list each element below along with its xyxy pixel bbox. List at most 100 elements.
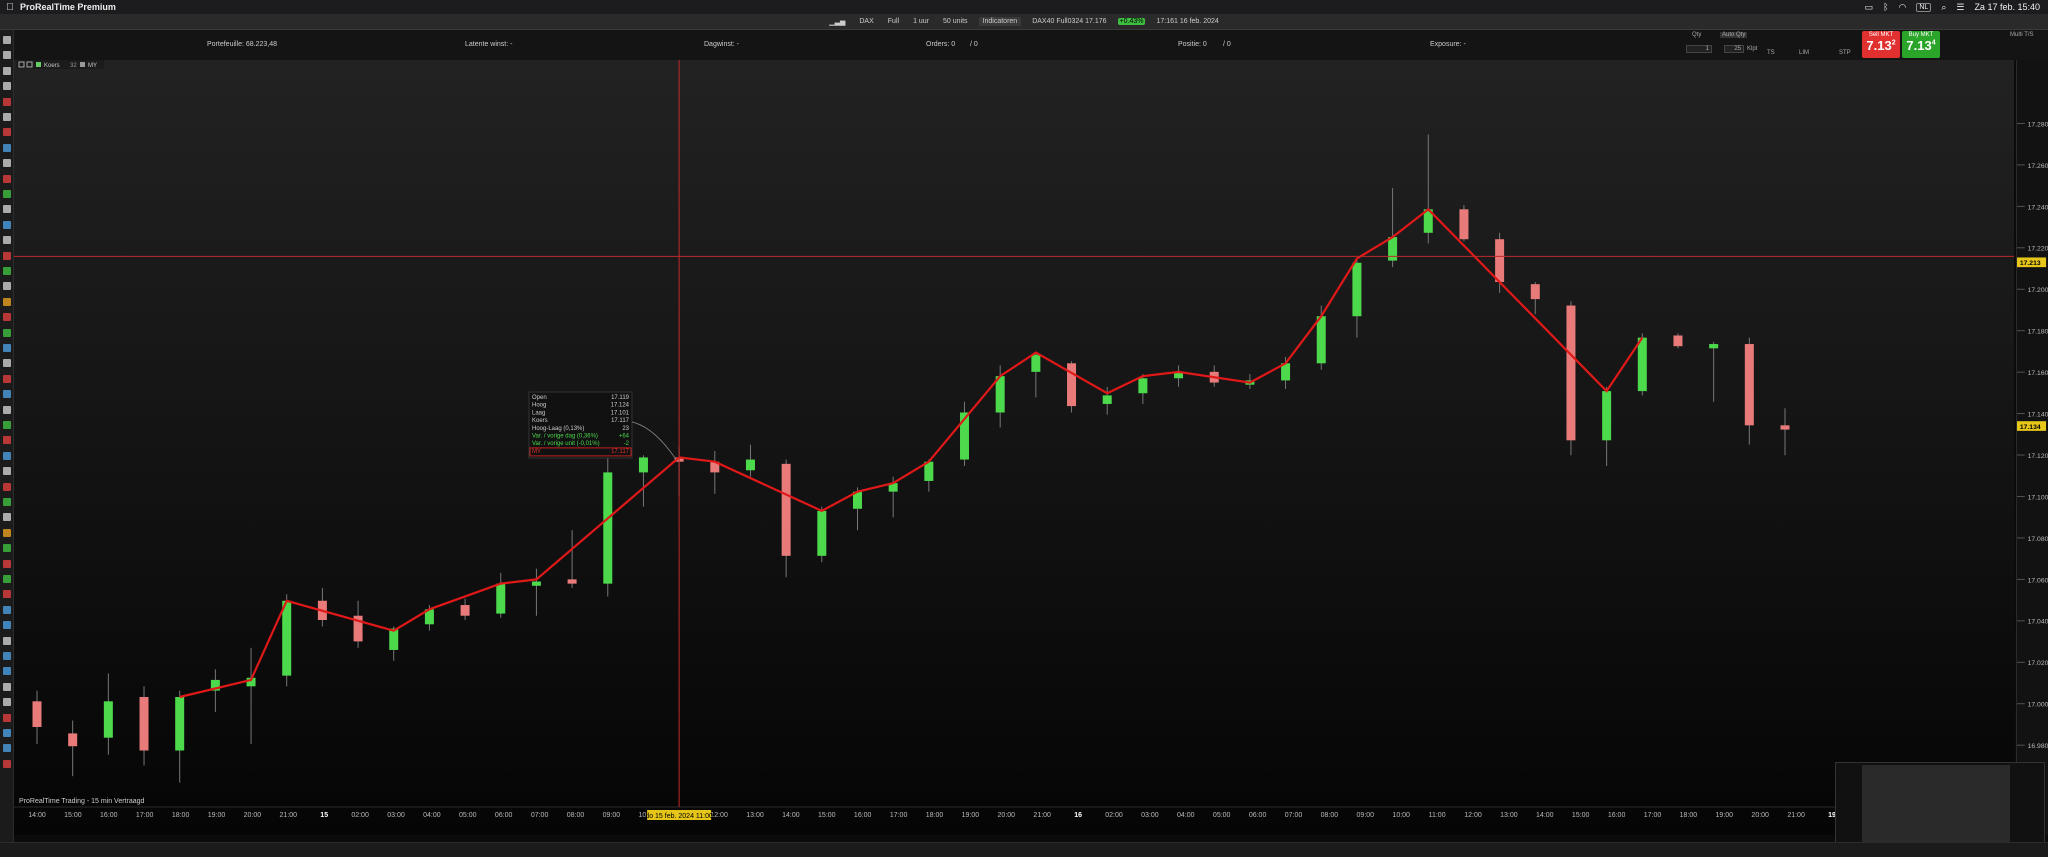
drawing-tool-icon[interactable] [3, 621, 11, 630]
navigator-window[interactable] [1862, 765, 2010, 843]
control-center-icon[interactable]: ☰ [1956, 2, 1964, 13]
battery-icon[interactable]: ▭ [1865, 2, 1874, 13]
candle-body[interactable] [175, 697, 185, 751]
drawing-tool-icon[interactable] [3, 590, 11, 599]
drawing-tool-icon[interactable] [3, 513, 11, 522]
drawing-tool-icon[interactable] [3, 313, 11, 322]
drawing-tool-icon[interactable] [3, 759, 11, 768]
drawing-tool-icon[interactable] [3, 498, 11, 506]
drawing-tool-icon[interactable] [3, 82, 11, 91]
drawing-tool-icon[interactable] [3, 190, 11, 198]
candle-body[interactable] [496, 583, 506, 614]
drawing-tool-icon[interactable] [3, 159, 11, 168]
sell-market-button[interactable]: Sell MKT 7.132 [1862, 31, 1900, 58]
drawing-tool-icon[interactable] [3, 451, 11, 460]
drawing-tool-icon[interactable] [3, 236, 11, 245]
drawing-tool-icon[interactable] [3, 297, 11, 306]
drawing-tool-icon[interactable] [3, 467, 11, 476]
candle-body[interactable] [638, 457, 648, 473]
instrument-selector[interactable]: DAX [856, 17, 876, 26]
candle-body[interactable] [1495, 239, 1505, 283]
drawing-tool-icon[interactable] [3, 682, 11, 691]
drawing-tool-icon[interactable] [3, 66, 11, 75]
drawing-tool-icon[interactable] [3, 143, 11, 152]
drawing-tool-icon[interactable] [3, 97, 11, 106]
candle-body[interactable] [1637, 337, 1647, 392]
drawing-tool-icon[interactable] [3, 344, 11, 352]
candle-body[interactable] [1316, 316, 1326, 364]
search-icon[interactable]: ⌕ [1941, 2, 1946, 13]
candle-body[interactable] [68, 733, 78, 747]
drawing-tool-icon[interactable] [3, 436, 11, 445]
drawing-tool-icon[interactable] [3, 128, 11, 137]
drawing-tool-icon[interactable] [3, 220, 11, 229]
drawing-tool-icon[interactable] [3, 282, 11, 291]
wifi-icon[interactable]: ◠ [1899, 2, 1907, 13]
multi-ts-toggle[interactable]: Multi T/S [2010, 32, 2034, 38]
candle-body[interactable] [32, 701, 42, 727]
drawing-tool-icon[interactable] [3, 544, 11, 553]
indicators-button[interactable]: Indicatoren [978, 17, 1022, 26]
drawing-tool-icon[interactable] [3, 575, 11, 583]
drawing-tool-icon[interactable] [3, 559, 11, 568]
drawing-tool-icon[interactable] [3, 421, 11, 429]
candle-body[interactable] [1388, 237, 1398, 261]
drawing-tool-icon[interactable] [3, 328, 11, 337]
candle-body[interactable] [1530, 284, 1540, 300]
apple-icon[interactable]:  [0, 2, 20, 13]
candle-body[interactable] [1102, 395, 1112, 404]
candle-body[interactable] [567, 579, 577, 584]
drawing-tool-icon[interactable] [3, 251, 11, 260]
drawing-tool-icon[interactable] [3, 636, 11, 645]
price-chart[interactable]: 14:00 15:00 16:00 17:00 18:00 19:00 20:00 21:00… [14, 60, 2014, 835]
candle-body[interactable] [1744, 344, 1754, 426]
candle-body[interactable] [1566, 305, 1576, 441]
candle-body[interactable] [1352, 262, 1362, 317]
orders-count[interactable]: Orders: 0 [926, 41, 955, 48]
candle-body[interactable] [1780, 425, 1790, 430]
position-count[interactable]: Positie: 0 [1178, 41, 1207, 48]
candle-body[interactable] [781, 463, 791, 556]
ts-button[interactable]: TS [1767, 50, 1775, 56]
drawing-tool-icon[interactable] [3, 113, 11, 121]
drawing-tool-icon[interactable] [3, 267, 11, 275]
drawing-tool-icon[interactable] [3, 390, 11, 399]
mode-selector[interactable]: Full [885, 17, 902, 26]
candle-body[interactable] [1138, 378, 1148, 394]
candle-body[interactable] [1709, 344, 1719, 349]
drawing-tool-icon[interactable] [3, 729, 11, 737]
drawing-tool-icon[interactable] [3, 605, 11, 614]
price-axis[interactable]: 17.280 17.260 17.240 17.220 17.200 17.180 17.1… [2016, 60, 2048, 835]
drawing-tool-icon[interactable] [3, 528, 11, 537]
candle-body[interactable] [103, 701, 113, 738]
auto-qty-toggle[interactable]: Auto Qty [1720, 32, 1748, 38]
app-name[interactable]: ProRealTime Premium [20, 2, 116, 12]
candle-body[interactable] [460, 605, 470, 616]
drawing-tool-icon[interactable] [3, 713, 11, 722]
chart-type-icon[interactable]: ▁▃▅ [826, 17, 848, 27]
buy-market-button[interactable]: Buy MKT 7.134 [1902, 31, 1940, 58]
candle-body[interactable] [1602, 391, 1612, 441]
candle-body[interactable] [1031, 354, 1041, 372]
drawing-tool-icon[interactable] [3, 174, 11, 183]
timeframe-selector[interactable]: 1 uur [910, 17, 932, 26]
drawing-tool-icon[interactable] [3, 36, 11, 44]
drawing-tool-icon[interactable] [3, 205, 11, 214]
candle-body[interactable] [531, 581, 541, 586]
candle-body[interactable] [1067, 363, 1077, 407]
chart-navigator[interactable] [1835, 762, 2045, 845]
drawing-tool-icon[interactable] [3, 667, 11, 676]
candle-body[interactable] [1459, 209, 1469, 240]
lim-button[interactable]: LIM [1799, 50, 1809, 56]
bluetooth-icon[interactable]: ᛒ [1883, 2, 1888, 12]
candle-body[interactable] [603, 472, 613, 584]
drawing-tool-icon[interactable] [3, 405, 11, 414]
qty-input[interactable]: 1 [1686, 45, 1712, 53]
chart-legend[interactable]: Koers 32 MY [16, 60, 104, 69]
drawing-tool-icon[interactable] [3, 482, 11, 491]
candle-body[interactable] [139, 697, 149, 751]
drawing-tool-icon[interactable] [3, 51, 11, 60]
drawing-tool-icon[interactable] [3, 744, 11, 753]
candle-body[interactable] [282, 600, 292, 676]
drawing-tool-icon[interactable] [3, 698, 11, 707]
